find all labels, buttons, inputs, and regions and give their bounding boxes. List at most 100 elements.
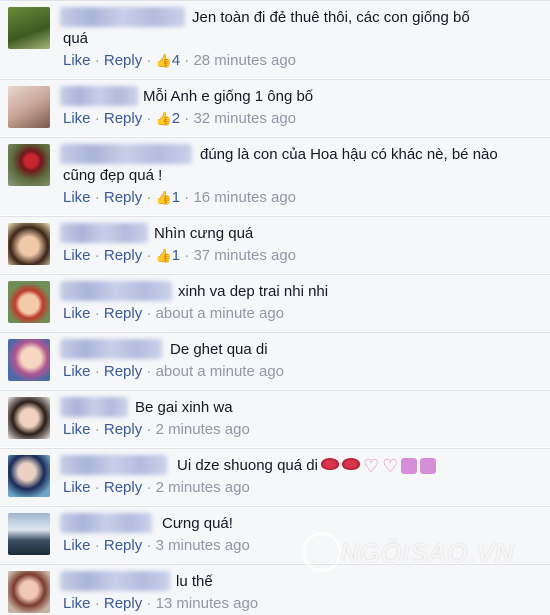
thumbs-up-icon[interactable]: 👍 — [156, 53, 172, 68]
timestamp[interactable]: 28 minutes ago — [193, 52, 296, 69]
comment-item: Be gai xinh wa Like · Reply · 2 minutes … — [0, 390, 550, 447]
blurred-commenter-name[interactable] — [60, 513, 152, 533]
comment-actions: Like · Reply · 👍4 · 28 minutes ago — [63, 52, 296, 69]
comment-text-continued: quá — [63, 30, 89, 47]
timestamp[interactable]: 2 minutes ago — [156, 479, 250, 496]
reply-link[interactable]: Reply — [104, 363, 142, 380]
avatar[interactable] — [8, 281, 50, 323]
blurred-commenter-name[interactable] — [60, 86, 138, 106]
avatar[interactable] — [8, 223, 50, 265]
like-count[interactable]: 4 — [172, 52, 180, 69]
separator: · — [184, 52, 190, 69]
blurred-commenter-name[interactable] — [60, 397, 128, 417]
timestamp[interactable]: 13 minutes ago — [156, 595, 259, 612]
like-link[interactable]: Like — [63, 595, 91, 612]
separator: · — [94, 537, 100, 554]
avatar[interactable] — [8, 7, 50, 49]
thumbs-up-icon[interactable]: 👍 — [156, 190, 172, 205]
blurred-commenter-name[interactable] — [60, 339, 162, 359]
thumbs-up-icon[interactable]: 👍 — [156, 248, 172, 263]
comment-actions: Like · Reply · about a minute ago — [63, 363, 284, 380]
like-count[interactable]: 1 — [172, 189, 180, 206]
like-count[interactable]: 1 — [172, 247, 180, 264]
blurred-commenter-name[interactable] — [60, 144, 192, 164]
separator: · — [146, 595, 152, 612]
separator: · — [94, 305, 100, 322]
like-link[interactable]: Like — [63, 189, 91, 206]
reply-link[interactable]: Reply — [104, 247, 142, 264]
avatar[interactable] — [8, 86, 50, 128]
separator: · — [184, 189, 190, 206]
comment-text: De ghet qua di — [170, 341, 268, 358]
separator: · — [94, 595, 100, 612]
blurred-commenter-name[interactable] — [60, 571, 170, 591]
avatar[interactable] — [8, 513, 50, 555]
comment-item: đúng là con của Hoa hậu có khác nè, bé n… — [0, 137, 550, 215]
reply-link[interactable]: Reply — [104, 479, 142, 496]
comment-text: Mỗi Anh e giống 1 ông bố — [143, 88, 314, 105]
kiss-lips-icon — [320, 458, 339, 471]
comment-item: lu thế Like · Reply · 13 minutes ago — [0, 564, 550, 615]
separator: · — [146, 421, 152, 438]
separator: · — [94, 247, 100, 264]
comment-text: đúng là con của Hoa hậu có khác nè, bé n… — [200, 146, 498, 163]
comment-actions: Like · Reply · about a minute ago — [63, 305, 284, 322]
blurred-commenter-name[interactable] — [60, 281, 172, 301]
reply-link[interactable]: Reply — [104, 537, 142, 554]
reply-link[interactable]: Reply — [104, 110, 142, 127]
separator: · — [146, 247, 152, 264]
avatar[interactable] — [8, 144, 50, 186]
like-link[interactable]: Like — [63, 52, 91, 69]
timestamp[interactable]: 3 minutes ago — [156, 537, 250, 554]
like-link[interactable]: Like — [63, 110, 91, 127]
reply-link[interactable]: Reply — [104, 421, 142, 438]
comment-actions: Like · Reply · 3 minutes ago — [63, 537, 250, 554]
reply-link[interactable]: Reply — [104, 189, 142, 206]
avatar[interactable] — [8, 339, 50, 381]
comment-text: lu thế — [176, 573, 213, 590]
comment-item: Mỗi Anh e giống 1 ông bố Like · Reply · … — [0, 79, 550, 136]
timestamp[interactable]: 16 minutes ago — [193, 189, 296, 206]
couple-face-icon — [420, 458, 437, 475]
comment-text: Jen toàn đi đẻ thuê thôi, các con giống … — [192, 9, 470, 26]
comment-item: Nhìn cưng quá Like · Reply · 👍1 · 37 min… — [0, 216, 550, 273]
like-count[interactable]: 2 — [172, 110, 180, 127]
timestamp[interactable]: about a minute ago — [156, 363, 284, 380]
separator: · — [94, 479, 100, 496]
timestamp[interactable]: 32 minutes ago — [193, 110, 296, 127]
like-link[interactable]: Like — [63, 479, 91, 496]
comment-text: Ui dze shuong quá di ♡ ♡ — [177, 455, 437, 476]
emoji-row: ♡ ♡ — [320, 457, 437, 475]
comment-text-label: Ui dze shuong quá di — [177, 457, 318, 474]
timestamp[interactable]: about a minute ago — [156, 305, 284, 322]
separator: · — [94, 110, 100, 127]
timestamp[interactable]: 37 minutes ago — [193, 247, 296, 264]
reply-link[interactable]: Reply — [104, 52, 142, 69]
timestamp[interactable]: 2 minutes ago — [156, 421, 250, 438]
avatar[interactable] — [8, 571, 50, 613]
thumbs-up-icon[interactable]: 👍 — [156, 111, 172, 126]
separator: · — [184, 247, 190, 264]
like-link[interactable]: Like — [63, 421, 91, 438]
separator: · — [184, 110, 190, 127]
like-link[interactable]: Like — [63, 305, 91, 322]
separator: · — [94, 52, 100, 69]
separator: · — [146, 189, 152, 206]
couple-face-icon — [401, 458, 418, 475]
like-link[interactable]: Like — [63, 537, 91, 554]
blurred-commenter-name[interactable] — [60, 223, 148, 243]
blurred-commenter-name[interactable] — [60, 7, 185, 27]
blurred-commenter-name[interactable] — [60, 455, 167, 475]
comment-item: xinh va dep trai nhi nhi Like · Reply · … — [0, 274, 550, 331]
reply-link[interactable]: Reply — [104, 595, 142, 612]
like-link[interactable]: Like — [63, 247, 91, 264]
separator: · — [146, 52, 152, 69]
reply-link[interactable]: Reply — [104, 305, 142, 322]
watermark: NGÔISAO.VN — [340, 538, 515, 568]
like-link[interactable]: Like — [63, 363, 91, 380]
avatar[interactable] — [8, 455, 50, 497]
separator: · — [94, 189, 100, 206]
avatar[interactable] — [8, 397, 50, 439]
separator: · — [146, 479, 152, 496]
kiss-lips-icon — [341, 458, 360, 471]
